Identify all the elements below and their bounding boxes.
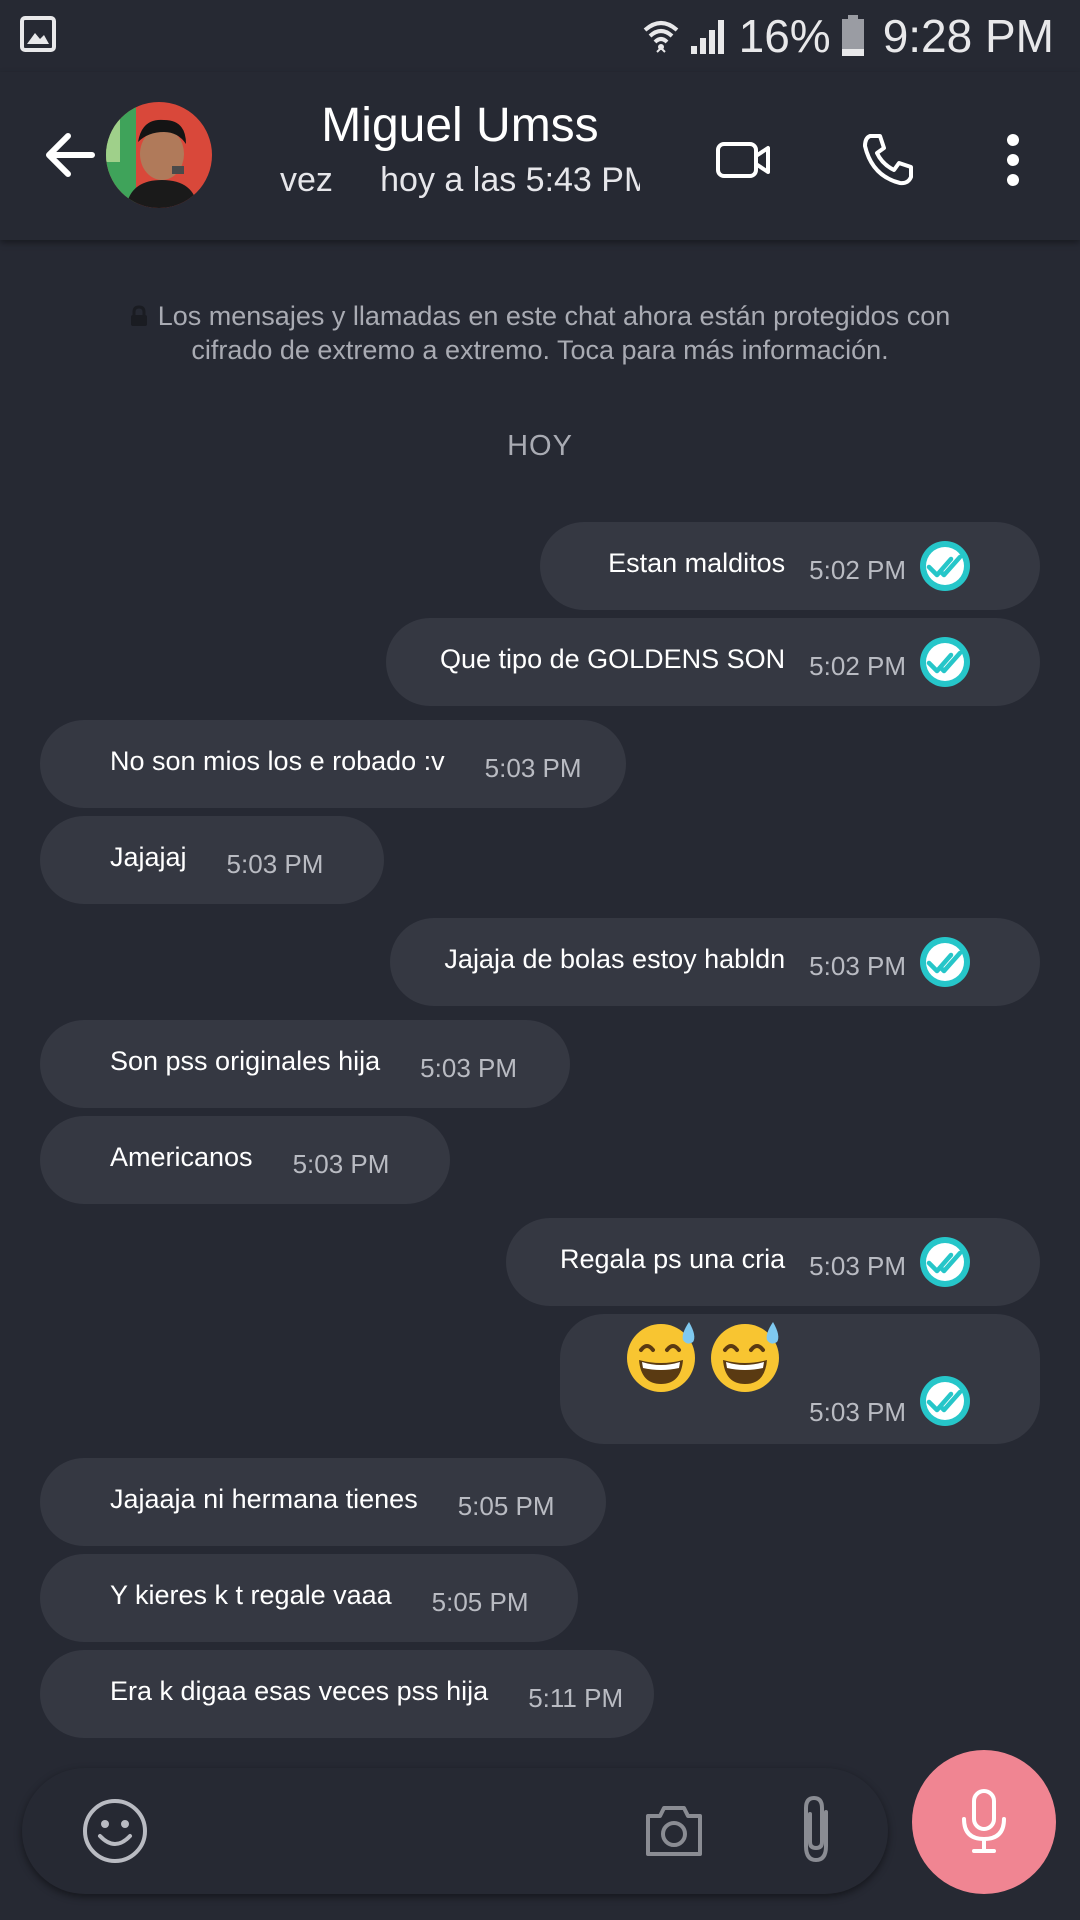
message-bubble-outgoing[interactable]: Regala ps una cria 5:03 PM — [506, 1218, 1040, 1306]
message-time: 5:03 PM — [292, 1148, 390, 1179]
chat-header: Miguel Umss vez hoy a las 5:43 PM — [0, 72, 1080, 240]
battery-icon — [841, 15, 865, 57]
sweat-smile-emoji — [711, 1322, 780, 1392]
message-text: Jajajaj — [110, 841, 187, 872]
clock: 9:28 PM — [882, 10, 1054, 62]
message-time: 5:03 PM — [420, 1052, 517, 1083]
message-text: Que tipo de GOLDENS SON — [440, 643, 786, 674]
read-check-icon — [920, 541, 970, 591]
read-check-icon — [920, 1237, 970, 1287]
message-text: Americanos — [110, 1141, 253, 1172]
message-time: 5:02 PM — [809, 554, 906, 585]
read-check-icon — [920, 1376, 970, 1426]
message-bubble-outgoing[interactable]: Que tipo de GOLDENS SON 5:02 PM — [386, 618, 1040, 706]
message-bubble-outgoing[interactable]: 😅😅 5:03 PM — [560, 1314, 1040, 1444]
read-check-icon — [920, 937, 970, 987]
message-text: Y kieres k t regale vaaa — [110, 1579, 392, 1610]
message-time: 5:11 PM — [528, 1682, 624, 1713]
message-text: Regala ps una cria — [560, 1243, 786, 1274]
more-options-icon[interactable] — [984, 130, 1024, 190]
message-list[interactable]: Los mensajes y llamadas en este chat aho… — [0, 240, 1080, 1740]
attach-icon[interactable] — [792, 1792, 842, 1868]
message-time: 5:05 PM — [431, 1586, 529, 1617]
sweat-smile-emoji — [627, 1322, 696, 1392]
last-seen-status: vez hoy a las 5:43 PM — [280, 161, 640, 199]
message-text: Era k digaa esas veces pss hija — [110, 1675, 489, 1706]
wifi-icon — [643, 16, 679, 56]
message-time: 5:03 PM — [809, 950, 906, 981]
message-time: 5:03 PM — [809, 1250, 906, 1281]
contact-name[interactable]: Miguel Umss — [280, 98, 640, 154]
message-text: Jajaja de bolas estoy habldn — [444, 943, 786, 974]
emoji-message: 😅😅 — [625, 1318, 785, 1394]
message-time: 5:02 PM — [809, 650, 906, 681]
message-bubble-incoming[interactable]: No son mios los e robado :v 5:03 PM — [40, 720, 626, 808]
status-bar: 16% 9:28 PM — [0, 0, 1080, 72]
message-bubble-outgoing[interactable]: Jajaja de bolas estoy habldn 5:03 PM — [390, 918, 1040, 1006]
image-notification-icon — [20, 16, 56, 57]
message-bubble-outgoing[interactable]: Estan malditos 5:02 PM — [540, 522, 1040, 610]
message-text: Son pss originales hija — [110, 1045, 381, 1076]
read-check-icon — [920, 637, 970, 687]
microphone-icon[interactable] — [912, 1750, 1056, 1894]
phone-icon[interactable] — [858, 130, 918, 190]
message-bubble-incoming[interactable]: Era k digaa esas veces pss hija 5:11 PM — [40, 1650, 654, 1738]
signal-icon — [689, 16, 729, 56]
message-bubble-incoming[interactable]: Jajaaja ni hermana tienes 5:05 PM — [40, 1458, 606, 1546]
encryption-notice-text: Los mensajes y llamadas en este chat aho… — [157, 301, 951, 365]
message-time: 5:03 PM — [809, 1397, 906, 1427]
message-time: 5:03 PM — [484, 752, 582, 783]
message-time: 5:03 PM — [226, 848, 324, 879]
encryption-notice[interactable]: Los mensajes y llamadas en este chat aho… — [120, 300, 960, 366]
lock-icon — [130, 302, 148, 334]
message-bubble-incoming[interactable]: Y kieres k t regale vaaa 5:05 PM — [40, 1554, 578, 1642]
message-time: 5:05 PM — [457, 1490, 555, 1521]
camera-icon[interactable] — [642, 1798, 706, 1862]
message-text: Estan malditos — [608, 547, 786, 578]
message-bubble-incoming[interactable]: Americanos 5:03 PM — [40, 1116, 450, 1204]
date-separator: HOY — [507, 430, 573, 462]
message-input-bar[interactable] — [22, 1768, 888, 1894]
emoji-icon[interactable] — [80, 1796, 150, 1866]
back-arrow-icon[interactable] — [40, 124, 102, 186]
battery-percent: 16% — [738, 10, 831, 62]
avatar[interactable] — [106, 102, 212, 208]
message-bubble-incoming[interactable]: Jajajaj 5:03 PM — [40, 816, 384, 904]
message-bubble-incoming[interactable]: Son pss originales hija 5:03 PM — [40, 1020, 570, 1108]
message-text: No son mios los e robado :v — [110, 745, 445, 776]
message-text: Jajaaja ni hermana tienes — [110, 1483, 418, 1514]
video-call-icon[interactable] — [714, 130, 774, 190]
